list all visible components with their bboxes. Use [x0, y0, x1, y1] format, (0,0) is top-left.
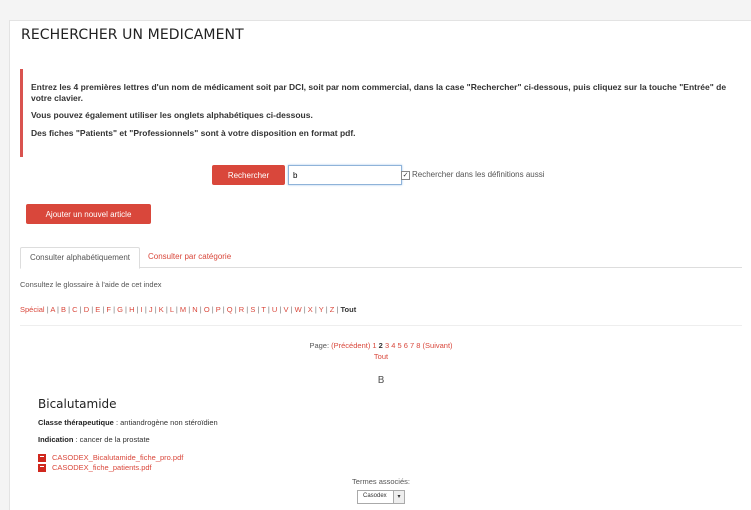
- pagination-prefix: Page:: [309, 341, 330, 350]
- entry-title: Bicalutamide: [38, 397, 117, 411]
- alphabet-link[interactable]: W: [295, 305, 302, 314]
- section-letter: B: [377, 375, 385, 386]
- divider: [20, 325, 742, 326]
- search-definitions-label: Rechercher dans les définitions aussi: [412, 170, 545, 179]
- pagination-pages: 1 2 3 4 5 6 7 8: [372, 341, 420, 350]
- tab-by-category[interactable]: Consulter par catégorie: [148, 247, 231, 267]
- entry-indication: Indication : cancer de la prostate: [38, 435, 150, 444]
- pagination-all-link[interactable]: Tout: [374, 352, 388, 361]
- entry-indication-label: Indication: [38, 435, 74, 444]
- search-input[interactable]: [288, 165, 402, 185]
- entry-class-value: : antiandrogène non stéroïdien: [113, 418, 218, 427]
- entry-indication-value: : cancer de la prostate: [73, 435, 150, 444]
- associated-terms-value: Casodex: [363, 493, 387, 499]
- alphabet-link[interactable]: Spécial: [20, 305, 45, 314]
- notice-line-3: Des fiches "Patients" et "Professionnels…: [31, 128, 356, 138]
- main-panel: RECHERCHER UN MEDICAMENT Entrez les 4 pr…: [9, 20, 751, 510]
- tab-bar: Consulter alphabétiquement Consulter par…: [20, 247, 742, 269]
- alphabet-current: Tout: [340, 305, 357, 314]
- pagination-all-row: Tout: [10, 352, 751, 361]
- notice-line-1: Entrez les 4 premières lettres d'un nom …: [31, 82, 727, 103]
- search-button[interactable]: Rechercher: [212, 165, 285, 185]
- pdf-link-patients[interactable]: CASODEX_fiche_patients.pdf: [38, 463, 152, 472]
- pdf-link-label[interactable]: CASODEX_Bicalutamide_fiche_pro.pdf: [52, 453, 183, 462]
- pagination-previous-link[interactable]: (Précédent): [331, 341, 370, 350]
- associated-terms-select[interactable]: Casodex ▾: [357, 490, 405, 504]
- alphabet-index: Spécial | A | B | C | D | E | F | G | H …: [20, 305, 356, 314]
- page-title: RECHERCHER UN MEDICAMENT: [21, 27, 244, 43]
- associated-terms-label: Termes associés:: [352, 477, 410, 486]
- pagination-next-link[interactable]: (Suivant): [423, 341, 453, 350]
- glossary-hint: Consultez le glossaire à l'aide de cet i…: [20, 280, 162, 289]
- add-article-button[interactable]: Ajouter un nouvel article: [26, 204, 151, 224]
- pagination: Page: (Précédent) 1 2 3 4 5 6 7 8 (Suiva…: [10, 341, 751, 350]
- tab-alphabetical[interactable]: Consulter alphabétiquement: [20, 247, 140, 269]
- chevron-down-icon[interactable]: ▾: [393, 491, 404, 503]
- instructions-notice: Entrez les 4 premières lettres d'un nom …: [20, 69, 743, 157]
- pdf-link-label[interactable]: CASODEX_fiche_patients.pdf: [52, 463, 152, 472]
- pdf-link-pro[interactable]: CASODEX_Bicalutamide_fiche_pro.pdf: [38, 453, 183, 462]
- notice-line-2: Vous pouvez également utiliser les ongle…: [31, 110, 313, 120]
- entry-class: Classe thérapeutique : antiandrogène non…: [38, 418, 218, 427]
- search-definitions-checkbox[interactable]: ✓: [401, 171, 410, 180]
- pdf-icon: [38, 453, 46, 462]
- entry-class-label: Classe thérapeutique: [38, 418, 114, 427]
- pagination-page-link[interactable]: 8: [414, 341, 420, 350]
- pdf-icon: [38, 463, 46, 472]
